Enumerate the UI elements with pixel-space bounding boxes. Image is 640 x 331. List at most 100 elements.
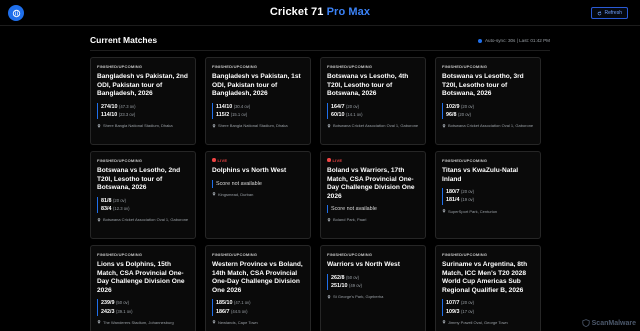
refresh-label: Refresh [604, 10, 622, 16]
location-pin-icon [212, 192, 216, 197]
venue-text: SuperSport Park, Centurion [448, 208, 498, 214]
innings-score: 114/10 (30.4 ov) [216, 103, 304, 111]
match-title[interactable]: Lions vs Dolphins, 15th Match, CSA Provi… [97, 261, 189, 295]
venue: St George's Park, Gqeberha [327, 294, 419, 299]
match-card[interactable]: FINISHED/UPCOMING Bangladesh vs Pakistan,… [205, 57, 311, 145]
score-overs: (47.3 ov) [119, 103, 136, 109]
section-title: Current Matches [90, 35, 158, 45]
match-title[interactable]: Bangladesh vs Pakistan, 1st ODI, Pakista… [212, 73, 304, 99]
match-card[interactable]: FINISHED/UPCOMING Warriors vs North West 2… [320, 245, 426, 331]
score-block: 274/10 (47.3 ov) 114/10 (23.3 ov) [97, 102, 189, 120]
venue-text: Botswana Cricket Association Oval 1, Gab… [103, 217, 189, 223]
score-overs: (15.1 ov) [230, 111, 248, 117]
score-block: 185/10 (47.1 ov) 186/7 (44.5 ov) [212, 299, 304, 316]
match-title[interactable]: Western Province vs Boland, 14th Match, … [212, 261, 304, 295]
match-card[interactable]: FINISHED/UPCOMING Lions vs Dolphins, 15th… [90, 245, 196, 331]
innings-score: 109/3 (17 ov) [446, 308, 534, 316]
score-block: 239/9 (50 ov) 242/3 (39.1 ov) [97, 299, 189, 316]
match-title[interactable]: Boland vs Warriors, 17th Match, CSA Prov… [327, 167, 419, 201]
match-title[interactable]: Dolphins vs North West [212, 167, 304, 176]
score-overs: (20 ov) [113, 197, 127, 203]
live-badge: LIVE [212, 157, 304, 163]
score-runs: 181/4 [446, 197, 460, 204]
status-text: FINISHED/UPCOMING [97, 157, 143, 163]
score-runs: 102/9 [446, 103, 460, 110]
status-text: FINISHED/UPCOMING [97, 251, 143, 257]
location-pin-icon [97, 123, 101, 128]
score-runs: 242/3 [101, 308, 115, 315]
innings-score: 251/10 (49 ov) [331, 282, 419, 290]
match-card[interactable]: LIVE Boland vs Warriors, 17th Match, CSA … [320, 151, 426, 239]
match-card[interactable]: FINISHED/UPCOMING Botswana vs Lesotho, 4t… [320, 57, 426, 145]
location-pin-icon [97, 217, 101, 222]
match-title[interactable]: Bangladesh vs Pakistan, 2nd ODI, Pakista… [97, 73, 189, 99]
score-runs: 180/7 [446, 189, 460, 196]
score-runs: 109/3 [446, 308, 460, 315]
match-card[interactable]: FINISHED/UPCOMING Titans vs KwaZulu-Natal… [435, 151, 541, 239]
location-pin-icon [442, 320, 446, 325]
match-card[interactable]: FINISHED/UPCOMING Botswana vs Lesotho, 3r… [435, 57, 541, 145]
status-badge: FINISHED/UPCOMING [97, 251, 189, 257]
location-pin-icon [212, 123, 216, 128]
location-pin-icon [327, 123, 331, 128]
venue: Shere Bangla National Stadium, Dhaka [97, 123, 189, 128]
score-runs: 251/10 [331, 282, 348, 289]
status-text: FINISHED/UPCOMING [442, 157, 488, 163]
score-overs: (30.4 ov) [233, 103, 251, 109]
innings-score: 239/9 (50 ov) [101, 299, 189, 307]
match-title[interactable]: Botswana vs Lesotho, 2nd T20I, Lesotho t… [97, 167, 189, 193]
innings-score: 164/7 (20 ov) [331, 103, 419, 111]
status-text: FINISHED/UPCOMING [327, 63, 373, 69]
match-card[interactable]: FINISHED/UPCOMING Botswana vs Lesotho, 2n… [90, 151, 196, 239]
score-overs: (44.5 ov) [231, 308, 248, 314]
status-text: FINISHED/UPCOMING [97, 63, 143, 69]
app-title-main: Cricket 71 [269, 6, 324, 18]
match-card[interactable]: FINISHED/UPCOMING Suriname vs Argentina, … [435, 245, 541, 331]
innings-score: 115/2 (15.1 ov) [216, 111, 304, 119]
divider [90, 50, 550, 51]
sync-indicator-icon [477, 38, 482, 43]
score-block: 114/10 (30.4 ov) 115/2 (15.1 ov) [212, 102, 304, 120]
venue: Boland Park, Paarl [327, 217, 419, 222]
score-overs: (17 ov) [461, 308, 475, 314]
match-title[interactable]: Titans vs KwaZulu-Natal Inland [442, 167, 534, 184]
innings-score: 83/4 (12.3 ov) [101, 205, 189, 213]
score-runs: 107/7 [446, 300, 460, 307]
match-title[interactable]: Botswana vs Lesotho, 4th T20I, Lesotho t… [327, 73, 419, 99]
score-overs: (20 ov) [346, 103, 360, 109]
top-bar: Cricket 71 Pro Max Refresh [0, 0, 640, 26]
match-card[interactable]: FINISHED/UPCOMING Western Province vs Bol… [205, 245, 311, 331]
match-title[interactable]: Warriors vs North West [327, 261, 419, 270]
section-header: Current Matches Auto-sync: 30s | Last: 0… [90, 34, 550, 48]
score-runs: 83/4 [101, 205, 112, 212]
match-card[interactable]: LIVE Dolphins vs North West Score not avai… [205, 151, 311, 239]
venue: Kingsmead, Durban [212, 192, 304, 197]
location-pin-icon [212, 320, 216, 325]
status-badge: FINISHED/UPCOMING [442, 251, 534, 257]
score-overs: (20 ov) [461, 189, 475, 195]
status-badge: FINISHED/UPCOMING [442, 157, 534, 163]
score-runs: 185/10 [216, 300, 233, 307]
innings-score: 102/9 (20 ov) [446, 103, 534, 111]
match-title[interactable]: Botswana vs Lesotho, 3rd T20I, Lesotho t… [442, 73, 534, 99]
location-pin-icon [442, 209, 446, 214]
status-badge: FINISHED/UPCOMING [327, 63, 419, 69]
score-overs: (19 ov) [461, 197, 475, 203]
score-overs: (39.1 ov) [116, 308, 133, 314]
match-title[interactable]: Suriname vs Argentina, 8th Match, ICC Me… [442, 261, 534, 295]
score-overs: (12.3 ov) [113, 205, 130, 211]
status-badge: FINISHED/UPCOMING [97, 157, 189, 163]
innings-score: 60/10 (14.1 ov) [331, 111, 419, 119]
score-block: 102/9 (20 ov) 96/8 (20 ov) [442, 102, 534, 120]
score-runs: 115/2 [216, 111, 230, 118]
venue: SuperSport Park, Centurion [442, 209, 534, 214]
status-badge: FINISHED/UPCOMING [97, 63, 189, 69]
match-card[interactable]: FINISHED/UPCOMING Bangladesh vs Pakistan,… [90, 57, 196, 145]
innings-score: 180/7 (20 ov) [446, 188, 534, 196]
refresh-button[interactable]: Refresh [591, 7, 628, 19]
location-pin-icon [327, 217, 331, 222]
status-badge: FINISHED/UPCOMING [212, 251, 304, 257]
innings-score: 181/4 (19 ov) [446, 196, 534, 204]
score-runs: 186/7 [216, 308, 230, 315]
score-overs: (20 ov) [461, 103, 475, 109]
